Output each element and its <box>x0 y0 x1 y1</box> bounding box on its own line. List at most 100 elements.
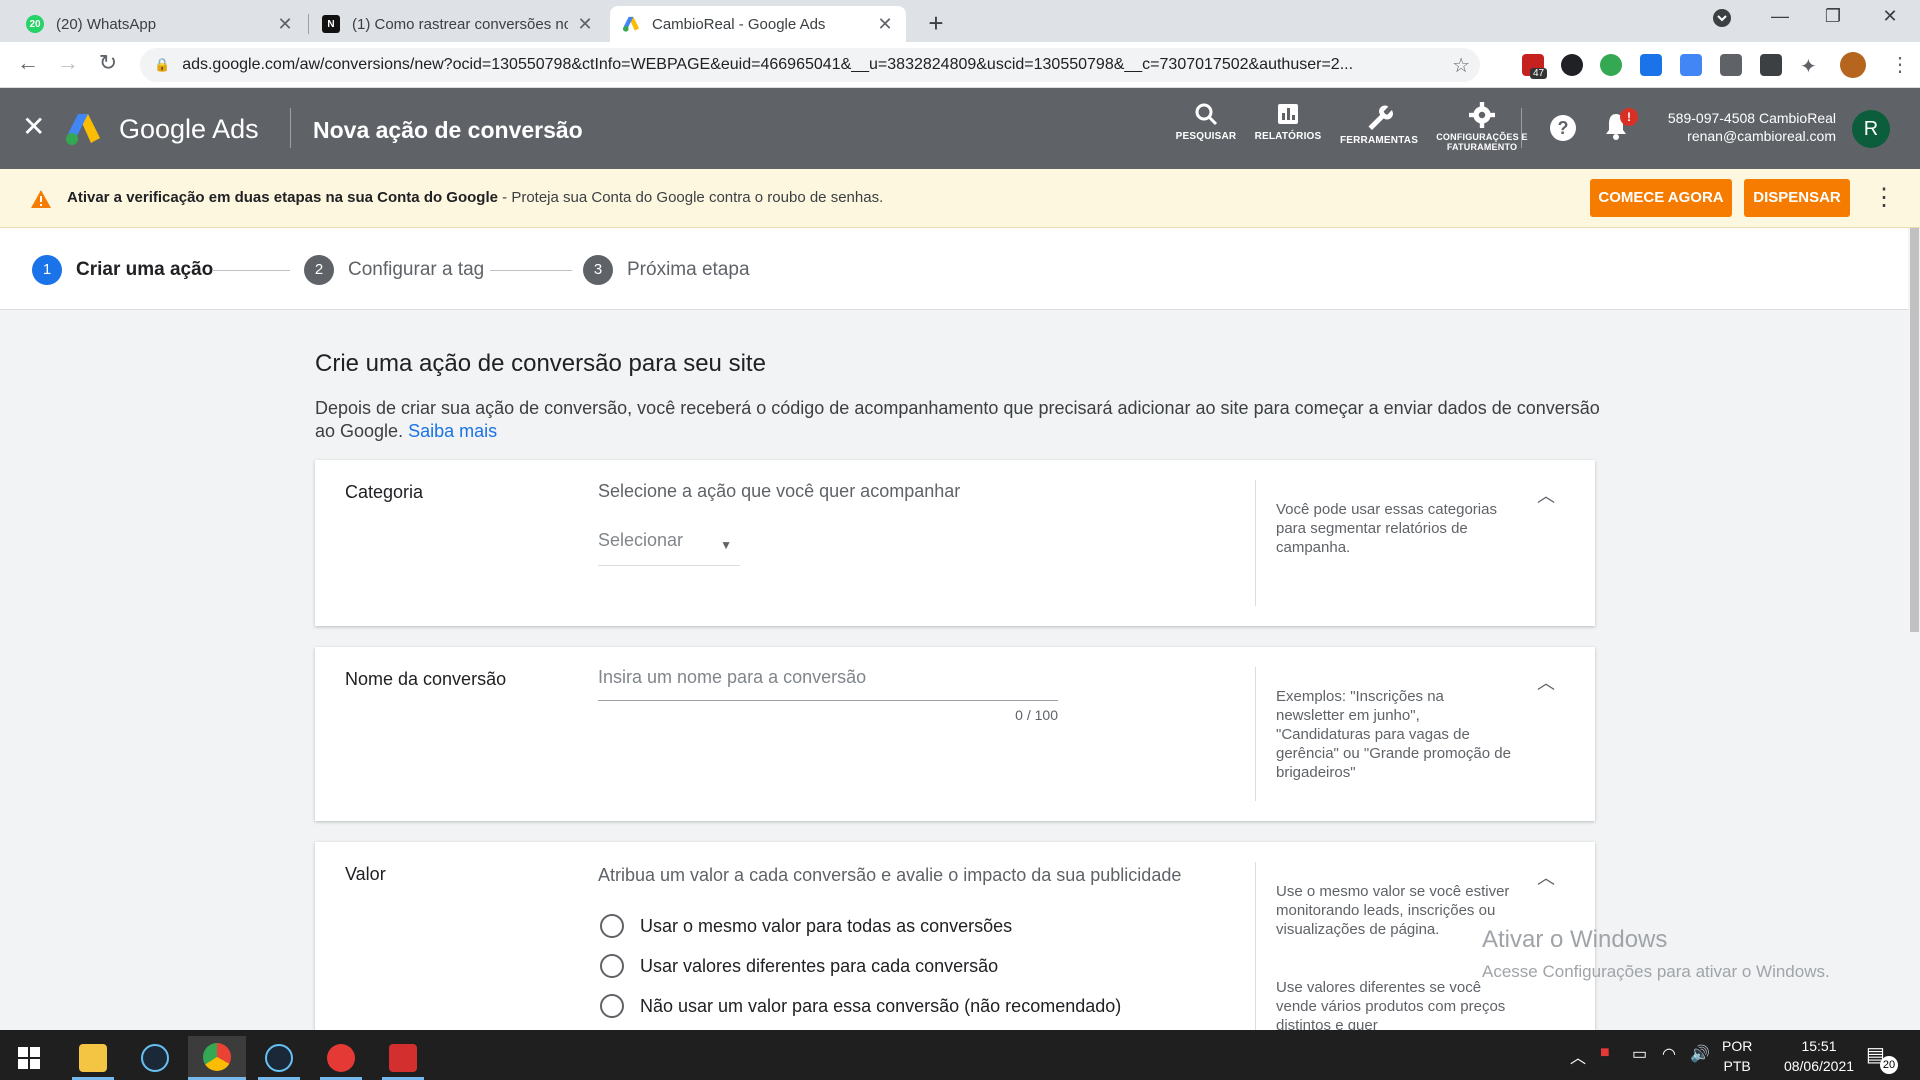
card-title: Nome da conversão <box>345 669 507 689</box>
category-select[interactable]: Selecionar ▼ <box>598 530 740 566</box>
step-configure-tag[interactable]: 2 Configurar a tag <box>304 255 484 285</box>
tool-label: FERRAMENTAS <box>1339 135 1419 146</box>
input-language[interactable]: POR PTB <box>1722 1036 1752 1076</box>
forward-button[interactable]: → <box>54 50 82 76</box>
acrobat-icon[interactable] <box>374 1036 432 1080</box>
address-bar[interactable]: 🔒 ads.google.com/aw/conversions/new?ocid… <box>140 48 1480 82</box>
system-clock[interactable]: 15:51 08/06/2021 <box>1764 1036 1874 1076</box>
volume-icon[interactable]: 🔊 <box>1690 1044 1710 1064</box>
reload-button[interactable]: ↻ <box>94 50 122 76</box>
tab-title: (20) WhatsApp <box>56 15 157 33</box>
google-ads-logo <box>66 114 100 145</box>
tool-search[interactable]: PESQUISAR <box>1166 102 1246 142</box>
collapse-chevron-icon[interactable]: ︿ <box>1537 669 1555 695</box>
steam-icon-2[interactable] <box>250 1036 308 1080</box>
learn-more-link[interactable]: Saiba mais <box>408 421 497 441</box>
step-next[interactable]: 3 Próxima etapa <box>583 255 750 285</box>
card-title: Categoria <box>345 482 424 502</box>
radio-different-values[interactable]: Usar valores diferentes para cada conver… <box>600 954 998 978</box>
start-now-button[interactable]: COMECE AGORA <box>1590 179 1732 217</box>
tool-label: CONFIGURAÇÕES E FATURAMENTO <box>1436 132 1528 152</box>
whatsapp-icon: 20 <box>26 15 44 33</box>
tray-chevron-icon[interactable]: ︿ <box>1570 1044 1586 1068</box>
extension-icon-6[interactable] <box>1720 54 1742 76</box>
avatar[interactable]: R <box>1852 110 1890 148</box>
lock-icon[interactable]: 🔒 <box>154 57 170 73</box>
tool-settings-billing[interactable]: CONFIGURAÇÕES E FATURAMENTO <box>1430 102 1534 152</box>
file-explorer-icon[interactable] <box>64 1036 122 1080</box>
windows-start-button[interactable] <box>0 1036 58 1080</box>
description-text: Depois de criar sua ação de conversão, v… <box>315 398 1600 441</box>
extension-icon-5[interactable] <box>1680 54 1702 76</box>
extension-icon-7[interactable] <box>1760 54 1782 76</box>
clock-date: 08/06/2021 <box>1783 1058 1855 1074</box>
minimize-button[interactable]: — <box>1760 6 1800 27</box>
radio-button[interactable] <box>600 994 624 1018</box>
search-icon <box>1166 102 1246 132</box>
radio-button[interactable] <box>600 954 624 978</box>
tool-label: RELATÓRIOS <box>1254 131 1322 142</box>
extension-icon-4[interactable] <box>1640 54 1662 76</box>
extension-icon-3[interactable] <box>1600 54 1622 76</box>
keyboard-layout: PTB <box>1723 1058 1751 1074</box>
tool-reports[interactable]: RELATÓRIOS <box>1248 102 1328 142</box>
section-description: Depois de criar sua ação de conversão, v… <box>315 397 1605 443</box>
scrollbar-thumb[interactable] <box>1910 228 1919 632</box>
battery-icon[interactable]: ▭ <box>1632 1044 1647 1064</box>
wrench-icon <box>1339 102 1419 132</box>
collapse-chevron-icon[interactable]: ︿ <box>1537 482 1555 508</box>
category-card: Categoria Selecione a ação que você quer… <box>315 460 1595 626</box>
tab-search-icon[interactable] <box>1702 8 1742 33</box>
tab-google-ads[interactable]: CambioReal - Google Ads ✕ <box>610 6 906 42</box>
dismiss-button[interactable]: DISPENSAR <box>1744 179 1850 217</box>
card-hint: Atribua um valor a cada conversão e aval… <box>598 865 1182 885</box>
app-icon-red[interactable] <box>312 1036 370 1080</box>
back-button[interactable]: ← <box>14 50 42 76</box>
maximize-button[interactable]: ❐ <box>1813 6 1853 27</box>
step-create-action[interactable]: 1 Criar uma ação <box>32 255 213 285</box>
card-divider <box>1255 480 1256 606</box>
account-info[interactable]: 589-097-4508 CambioReal renan@cambioreal… <box>1668 109 1836 145</box>
extensions-puzzle-icon[interactable]: ✦ <box>1800 54 1822 78</box>
radio-button[interactable] <box>600 914 624 938</box>
tool-tools[interactable]: FERRAMENTAS <box>1339 102 1419 146</box>
browser-profile-avatar[interactable] <box>1840 52 1866 78</box>
radio-no-value[interactable]: Não usar um valor para essa conversão (n… <box>600 994 1121 1018</box>
close-tab-icon[interactable]: ✕ <box>876 14 894 35</box>
account-id: 589-097-4508 CambioReal <box>1667 110 1836 126</box>
browser-menu-icon[interactable]: ⋮ <box>1890 52 1910 77</box>
more-options-icon[interactable]: ⋮ <box>1872 183 1896 212</box>
notification-count: 20 <box>1880 1056 1898 1074</box>
windows-logo-icon <box>18 1047 40 1069</box>
select-value: Selecionar <box>598 530 684 550</box>
bookmark-star-icon[interactable]: ☆ <box>1452 53 1470 78</box>
extension-icon-2[interactable] <box>1561 54 1583 76</box>
tray-app-icon[interactable]: ■ <box>1600 1044 1610 1062</box>
help-icon[interactable]: ? <box>1550 115 1576 141</box>
tab-notion[interactable]: N (1) Como rastrear conversões no ✕ <box>310 6 606 42</box>
close-icon[interactable]: ✕ <box>22 110 45 143</box>
close-tab-icon[interactable]: ✕ <box>576 14 594 35</box>
banner-message: Ativar a verificação em duas etapas na s… <box>67 189 883 206</box>
section-heading: Crie uma ação de conversão para seu site <box>315 350 766 377</box>
radio-label: Não usar um valor para essa conversão (n… <box>640 995 1122 1016</box>
close-tab-icon[interactable]: ✕ <box>276 14 294 35</box>
collapse-chevron-icon[interactable]: ︿ <box>1537 864 1555 890</box>
radio-same-value[interactable]: Usar o mesmo valor para todas as convers… <box>600 914 1012 938</box>
card-title: Valor <box>345 864 386 884</box>
wifi-icon[interactable]: ◠ <box>1662 1044 1676 1064</box>
conversion-name-input[interactable]: Insira um nome para a conversão <box>598 667 1058 701</box>
brand-name: Google Ads <box>119 114 259 144</box>
steam-icon[interactable] <box>126 1036 184 1080</box>
browser-toolbar: ← → ↻ 🔒 ads.google.com/aw/conversions/ne… <box>0 42 1920 88</box>
side-help-text: Use o mesmo valor se você estiver monito… <box>1276 883 1510 938</box>
step-label: Criar uma ação <box>76 259 214 280</box>
chrome-icon[interactable] <box>188 1036 246 1080</box>
windows-taskbar: ︿ ■ ▭ ◠ 🔊 POR PTB 15:51 08/06/2021 ▤ 20 <box>0 1030 1920 1080</box>
tab-whatsapp[interactable]: 20 (20) WhatsApp ✕ <box>14 6 306 42</box>
card-divider <box>1255 667 1256 801</box>
close-window-button[interactable]: ✕ <box>1870 6 1910 27</box>
side-help-text: Você pode usar essas categorias para seg… <box>1276 501 1497 556</box>
page-title: Nova ação de conversão <box>313 117 583 143</box>
new-tab-button[interactable]: + <box>922 8 950 39</box>
